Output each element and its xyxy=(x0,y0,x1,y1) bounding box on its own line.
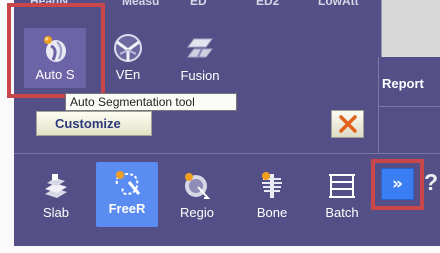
batch-button[interactable]: Batch xyxy=(320,170,364,220)
highlight-box xyxy=(371,159,424,210)
fusion-button[interactable]: Fusion xyxy=(174,34,226,83)
slab-button[interactable]: Slab xyxy=(36,170,76,220)
slab-icon xyxy=(40,170,72,202)
tool-label: Batch xyxy=(325,205,359,220)
customize-button[interactable]: Customize xyxy=(36,111,152,136)
tooltip: Auto Segmentation tool xyxy=(65,93,237,111)
close-button[interactable] xyxy=(331,110,364,138)
tool-label: Fusion xyxy=(180,68,220,83)
batch-icon xyxy=(326,170,358,202)
free-roi-icon xyxy=(111,168,143,200)
free-roi-button[interactable]: FreeR xyxy=(96,162,158,227)
top-tool-label-5[interactable]: LowAtt xyxy=(318,0,359,8)
region-button[interactable]: Regio xyxy=(175,170,219,220)
close-icon xyxy=(338,115,357,133)
tool-label: Slab xyxy=(42,205,70,220)
divider xyxy=(378,106,440,107)
bone-icon xyxy=(256,170,288,202)
top-tool-label-3[interactable]: ED xyxy=(190,0,207,8)
top-right-panel xyxy=(381,0,440,57)
tool-label: FreeR xyxy=(108,201,146,216)
bottom-margin xyxy=(0,246,440,253)
tool-label: Bone xyxy=(256,205,288,220)
help-icon[interactable]: ? xyxy=(424,169,438,196)
region-icon xyxy=(181,170,213,202)
fusion-icon xyxy=(184,34,216,66)
tool-label: Regio xyxy=(180,205,214,220)
vessel-enhance-icon xyxy=(112,32,144,64)
tool-label: VEn xyxy=(115,67,141,82)
top-tool-label-4[interactable]: ED2 xyxy=(256,0,279,8)
report-tab[interactable]: Report xyxy=(382,76,424,91)
vessel-enhance-button[interactable]: VEn xyxy=(106,32,150,82)
divider xyxy=(14,153,440,154)
highlight-box xyxy=(7,3,105,98)
bone-button[interactable]: Bone xyxy=(250,170,294,220)
top-tool-label-2[interactable]: Measu xyxy=(122,0,159,8)
